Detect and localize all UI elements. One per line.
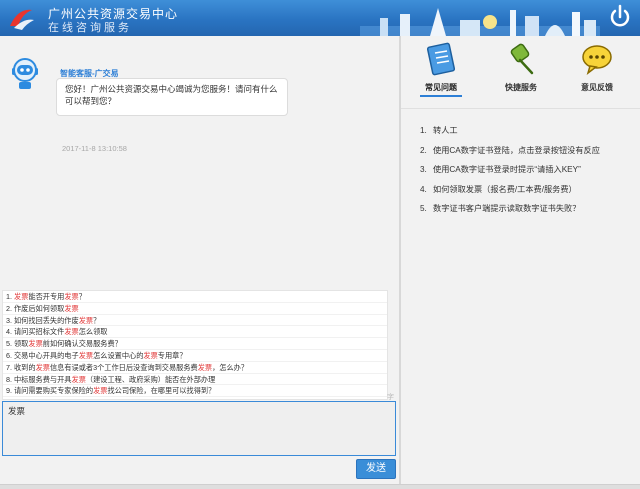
suggestion-text: 能否开专用	[28, 292, 65, 301]
suggestion-keyword: 发票	[64, 303, 79, 313]
tab-feedback-label: 意见反馈	[581, 83, 613, 92]
suggestion-item[interactable]: 7. 收到的发票信息有误或者3个工作日后没查询到交易服务费发票，怎么办？	[3, 362, 387, 374]
tab-feedback[interactable]: 意见反馈	[567, 42, 627, 102]
faq-item-number: 3.	[420, 165, 427, 174]
suggestion-text: 7. 收到的	[6, 362, 36, 372]
faq-item[interactable]: 1. 转人工	[420, 121, 635, 141]
suggestion-keyword: 发票	[35, 362, 50, 372]
suggestion-text: 9. 请问需要购买专家保险的	[6, 386, 94, 396]
status-bar	[0, 484, 640, 489]
suggestion-text: ，怎么办？	[212, 362, 249, 372]
suggestion-keyword: 发票	[28, 339, 43, 349]
suggestion-item[interactable]: 4. 请问买招标文件发票怎么领取	[3, 326, 387, 339]
suggestion-keyword: 发票	[71, 374, 86, 384]
suggestion-text: 1.	[6, 292, 14, 301]
greeting-message: 您好！广州公共资源交易中心竭诚为您服务！请问有什么可以帮到您？	[56, 78, 288, 116]
message-timestamp: 2017-11-8 13:10:58	[62, 144, 127, 153]
faq-item-text: 使用CA数字证书登陆，点击登录按钮没有反应	[433, 145, 600, 155]
faq-item-text: 如何领取发票（报名费/工本费/服务费）	[433, 184, 577, 194]
robot-avatar-icon	[12, 58, 38, 89]
suggestion-keyword: 发票	[14, 292, 29, 301]
suggestion-text: 找公司保险，在哪里可以找得到？	[107, 386, 216, 396]
suggestion-item[interactable]: 1. 发票能否开专用发票？	[3, 291, 387, 303]
suggestion-keyword: 发票	[197, 362, 213, 372]
header-subtitle: 在线咨询服务	[48, 22, 132, 34]
suggestion-text: 怎么设置中心的	[93, 350, 144, 360]
suggestion-item[interactable]: 5. 领取发票前如何确认交易服务费？	[3, 338, 387, 350]
suggestion-keyword: 发票	[64, 292, 79, 301]
suggestion-list: 1. 发票能否开专用发票？ 2. 作废后如何领取发票 3. 如何找回丢失的作废发票？…	[2, 290, 388, 400]
send-button[interactable]: 发送	[356, 459, 396, 479]
faq-item-number: 5.	[420, 204, 427, 213]
suggestion-text: 5. 领取	[6, 339, 29, 349]
suggestion-item[interactable]: 8. 中标服务费与开具发票（建设工程、政府采购）能否在外部办理	[3, 374, 387, 386]
side-panel: 常见问题 快捷服务 意见反馈 1. 转人工 2. 使用CA数字证书登陆，点击登录按钮没…	[401, 36, 640, 489]
suggestion-item[interactable]: 6. 交易中心开具的电子发票怎么设置中心的发票专用章？	[3, 350, 387, 362]
suggestion-item[interactable]: 2. 作废后如何领取发票	[3, 303, 387, 315]
faq-item-text: 数字证书客户端提示读取数字证书失败？	[433, 204, 581, 213]
faq-item-number: 1.	[420, 126, 427, 135]
tab-separator	[401, 108, 640, 109]
suggestion-text: ？	[78, 292, 86, 301]
suggestion-keyword: 发票	[93, 386, 108, 396]
city-skyline-icon	[360, 8, 600, 36]
tab-faq[interactable]: 常见问题	[411, 42, 471, 102]
suggestion-text: 3. 如何找回丢失的作废	[6, 315, 79, 325]
message-input[interactable]: 发票	[2, 401, 396, 456]
faq-item-text: 转人工	[433, 126, 458, 135]
faq-item-number: 4.	[420, 184, 427, 194]
suggestion-text: 信息有误或者3个工作日后没查询到交易服务费	[49, 362, 198, 372]
tab-quick-service[interactable]: 快捷服务	[491, 42, 551, 102]
faq-list: 1. 转人工 2. 使用CA数字证书登陆，点击登录按钮没有反应 3. 使用CA数字证书登录…	[420, 121, 635, 219]
chat-history: 智能客服-广交易 您好！广州公共资源交易中心竭诚为您服务！请问有什么可以帮到您？…	[0, 36, 400, 286]
notebook-icon	[426, 42, 456, 76]
suggestion-keyword: 发票	[78, 315, 94, 325]
power-icon[interactable]	[608, 4, 632, 30]
suggestion-text: 4. 请问买招标文件	[6, 327, 65, 337]
suggestion-text: 怎么领取	[78, 327, 108, 337]
tab-faq-label: 常见问题	[420, 82, 462, 97]
tab-quick-service-label: 快捷服务	[505, 83, 537, 92]
suggestion-text: 前如何确认交易服务费？	[42, 339, 122, 349]
logo-icon	[10, 9, 34, 30]
suggestion-text: 2. 作废后如何领取	[6, 303, 65, 313]
faq-item[interactable]: 4. 如何领取发票（报名费/工本费/服务费）	[420, 180, 635, 200]
faq-item-text: 使用CA数字证书登录时提示“请插入KEY”	[433, 165, 581, 174]
suggestion-keyword: 发票	[64, 327, 79, 337]
suggestion-keyword: 发票	[78, 350, 94, 360]
pushpin-icon	[510, 43, 534, 75]
speech-bubble-icon	[582, 45, 612, 75]
suggestion-text: 6. 交易中心开具的电子	[6, 350, 79, 360]
suggestion-keyword: 发票	[143, 350, 158, 360]
suggestion-item[interactable]: 3. 如何找回丢失的作废发票？	[3, 315, 387, 327]
faq-item[interactable]: 2. 使用CA数字证书登陆，点击登录按钮没有反应	[420, 141, 635, 161]
suggestion-text: ？	[93, 315, 101, 325]
suggestion-text: （建设工程、政府采购）能否在外部办理	[85, 374, 216, 384]
suggestion-text: 8. 中标服务费与开具	[6, 374, 72, 384]
app-header: 广州公共资源交易中心 在线咨询服务	[0, 0, 640, 36]
faq-item[interactable]: 5. 数字证书客户端提示读取数字证书失败？	[420, 199, 635, 219]
suggestion-item[interactable]: 9. 请问需要购买专家保险的发票找公司保险，在哪里可以找得到？	[3, 385, 387, 398]
suggestion-text: 专用章？	[157, 350, 187, 360]
faq-item[interactable]: 3. 使用CA数字证书登录时提示“请插入KEY”	[420, 160, 635, 180]
faq-item-number: 2.	[420, 145, 427, 155]
